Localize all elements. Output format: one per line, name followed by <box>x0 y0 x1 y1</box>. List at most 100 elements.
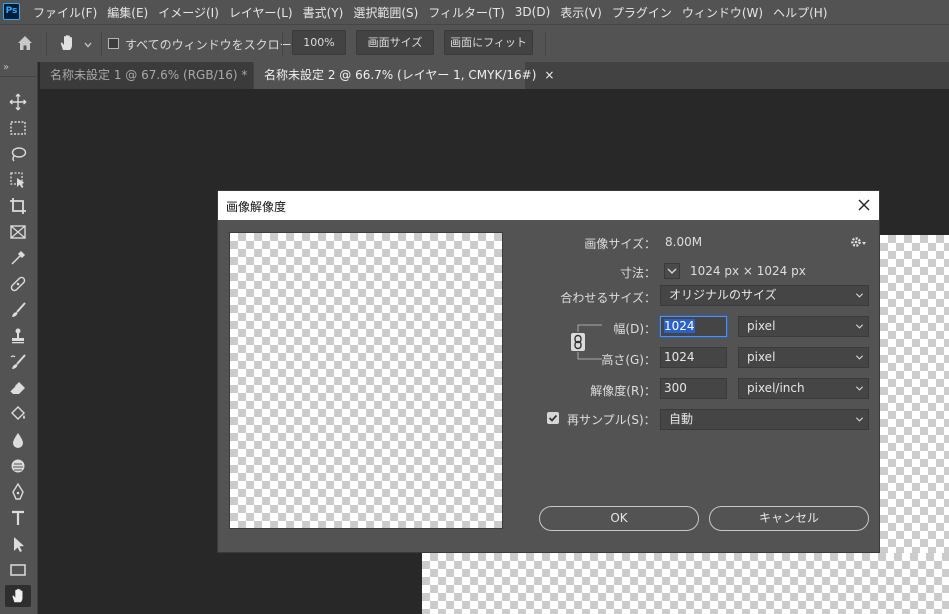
menu-file[interactable]: ファイル(F) <box>28 4 102 21</box>
eyedropper-icon[interactable] <box>5 247 31 269</box>
bucket-icon[interactable] <box>5 403 31 425</box>
width-unit-select[interactable]: pixel <box>738 316 869 337</box>
width-value: 1024 <box>664 319 695 333</box>
dimensions-units-dropdown[interactable] <box>664 263 680 279</box>
close-icon[interactable]: × <box>544 68 554 82</box>
frame-icon[interactable] <box>5 221 31 243</box>
menu-help[interactable]: ヘルプ(H) <box>768 4 832 21</box>
height-unit: pixel <box>747 350 776 364</box>
eraser-icon[interactable] <box>5 377 31 399</box>
resolution-unit-select[interactable]: pixel/inch <box>738 378 869 399</box>
brush-icon[interactable] <box>5 299 31 321</box>
image-preview[interactable] <box>229 232 503 529</box>
separator <box>101 32 102 56</box>
chevron-down-icon <box>855 386 864 391</box>
move-icon[interactable] <box>5 91 31 113</box>
check-icon <box>548 414 558 422</box>
dodge-icon[interactable] <box>5 455 31 477</box>
height-unit-select[interactable]: pixel <box>738 347 869 368</box>
tab-label: 名称未設定 1 @ 67.6% (RGB/16) * <box>50 68 248 82</box>
blur-icon[interactable] <box>5 429 31 451</box>
resample-value: 自動 <box>669 412 694 426</box>
crop-icon[interactable] <box>5 195 31 217</box>
hand-icon[interactable] <box>57 33 79 55</box>
document-canvas[interactable] <box>880 235 949 553</box>
menu-type[interactable]: 書式(Y) <box>298 4 349 21</box>
pen-icon[interactable] <box>5 481 31 503</box>
close-icon[interactable] <box>854 195 874 215</box>
menu-bar: Ps ファイル(F) 編集(E) イメージ(I) レイヤー(L) 書式(Y) 選… <box>0 0 949 24</box>
fill-screen-button[interactable]: 画面にフィット <box>444 30 533 55</box>
resolution-unit: pixel/inch <box>747 381 805 395</box>
object-select-icon[interactable] <box>5 169 31 191</box>
scroll-all-label: すべてのウィンドウをスクロール <box>125 38 304 52</box>
history-brush-icon[interactable] <box>5 351 31 373</box>
resample-checkbox[interactable] <box>547 412 559 424</box>
options-bar: すべてのウィンドウをスクロール 100% 画面サイズ 画面にフィット <box>0 24 949 62</box>
path-select-icon[interactable] <box>5 533 31 555</box>
chevron-down-icon <box>855 293 864 298</box>
menu-3d[interactable]: 3D(D) <box>510 5 555 19</box>
image-size-value: 8.00M <box>665 235 703 249</box>
tools-panel: » <box>0 62 38 614</box>
scroll-all-checkbox[interactable] <box>108 38 119 49</box>
ok-button[interactable]: OK <box>539 506 699 531</box>
width-label: 幅(D)： <box>613 322 656 336</box>
chevron-down-icon <box>855 355 864 360</box>
width-input[interactable]: 1024 <box>660 316 727 337</box>
tab-document-2[interactable]: 名称未設定 2 @ 66.7% (レイヤー 1, CMYK/16#) × <box>254 62 554 89</box>
menu-window[interactable]: ウィンドウ(W) <box>677 4 768 21</box>
resolution-label: 解像度(R)： <box>590 384 656 398</box>
tab-document-1[interactable]: 名称未設定 1 @ 67.6% (RGB/16) *× <box>40 62 265 89</box>
fit-to-select[interactable]: オリジナルのサイズ <box>660 285 869 306</box>
separator <box>46 32 47 56</box>
marquee-icon[interactable] <box>5 117 31 139</box>
zoom-100-button[interactable]: 100% <box>292 30 346 55</box>
height-value: 1024 <box>664 350 695 364</box>
image-size-label: 画像サイズ： <box>584 237 656 251</box>
width-unit: pixel <box>747 319 776 333</box>
separator <box>282 32 283 56</box>
resolution-input[interactable]: 300 <box>660 378 727 399</box>
menu-items: ファイル(F) 編集(E) イメージ(I) レイヤー(L) 書式(Y) 選択範囲… <box>28 0 832 24</box>
fit-to-label: 合わせるサイズ： <box>560 291 656 305</box>
separator <box>0 76 38 77</box>
dimensions-label: 寸法： <box>619 266 656 280</box>
height-input[interactable]: 1024 <box>660 347 727 368</box>
menu-edit[interactable]: 編集(E) <box>102 4 153 21</box>
document-tabs: 名称未設定 1 @ 67.6% (RGB/16) *× 名称未設定 2 @ 66… <box>40 62 949 89</box>
menu-plugins[interactable]: プラグイン <box>607 4 677 21</box>
resample-select[interactable]: 自動 <box>660 409 869 430</box>
cancel-button[interactable]: キャンセル <box>709 506 869 531</box>
menu-layer[interactable]: レイヤー(L) <box>224 4 298 21</box>
dimensions-value: 1024 px × 1024 px <box>690 264 806 278</box>
gear-icon[interactable] <box>849 235 869 249</box>
fit-to-value: オリジナルのサイズ <box>669 288 777 302</box>
lasso-icon[interactable] <box>5 143 31 165</box>
menu-image[interactable]: イメージ(I) <box>153 4 224 21</box>
tab-label: 名称未設定 2 @ 66.7% (レイヤー 1, CMYK/16#) <box>264 68 537 82</box>
menu-select[interactable]: 選択範囲(S) <box>348 4 423 21</box>
menu-view[interactable]: 表示(V) <box>555 4 607 21</box>
rectangle-icon[interactable] <box>5 559 31 581</box>
collapse-icon[interactable]: » <box>3 62 9 73</box>
menu-filter[interactable]: フィルター(T) <box>423 4 509 21</box>
hand-tool-icon[interactable] <box>5 585 31 607</box>
healing-icon[interactable] <box>5 273 31 295</box>
document-canvas[interactable] <box>422 553 949 614</box>
chevron-down-icon[interactable] <box>83 39 93 49</box>
ps-logo[interactable]: Ps <box>3 3 20 20</box>
dialog-title: 画像解像度 <box>226 200 287 214</box>
image-size-dialog: 画像解像度 画像サイズ： 8.00M 寸法： 1024 px × 1024 px… <box>217 190 880 553</box>
resolution-value: 300 <box>664 381 687 395</box>
chevron-down-icon <box>855 324 864 329</box>
chevron-down-icon <box>855 417 864 422</box>
home-icon[interactable] <box>15 33 37 55</box>
separator <box>545 32 546 56</box>
stamp-icon[interactable] <box>5 325 31 347</box>
height-label: 高さ(G)： <box>601 353 656 367</box>
resample-label: 再サンプル(S)： <box>567 413 656 427</box>
dialog-title-bar: 画像解像度 <box>218 191 879 220</box>
type-icon[interactable] <box>5 507 31 529</box>
fit-screen-button[interactable]: 画面サイズ <box>356 30 434 55</box>
